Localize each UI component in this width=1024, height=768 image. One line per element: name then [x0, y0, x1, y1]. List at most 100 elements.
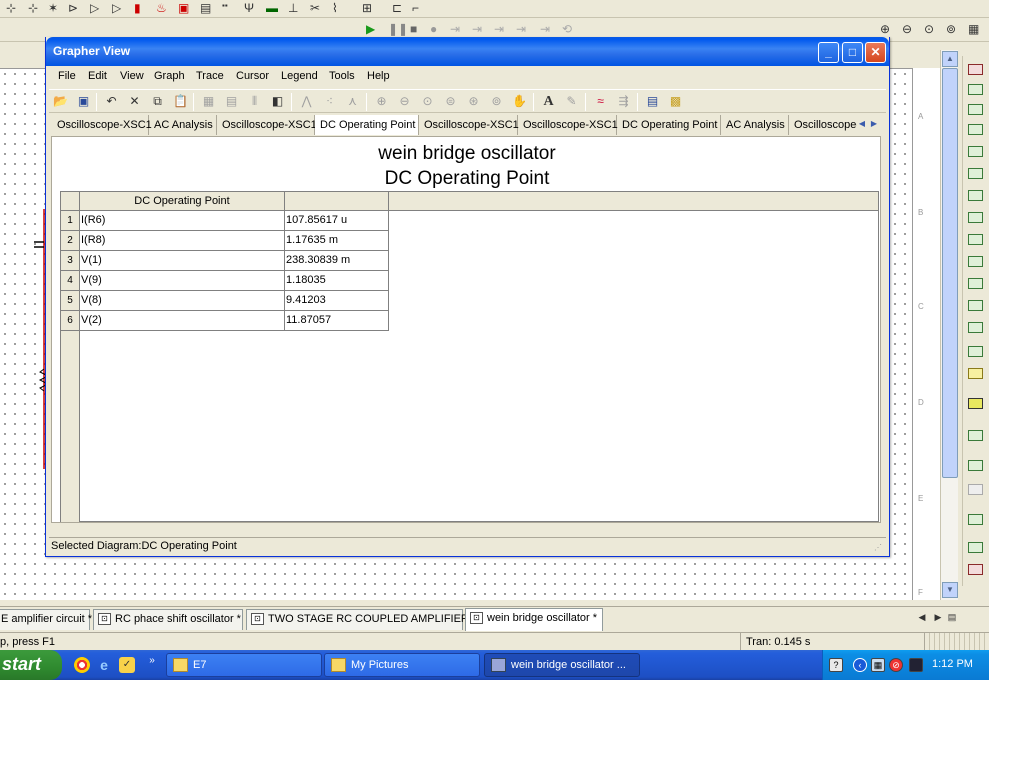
taskbar-button-multisim[interactable]: wein bridge oscillator ... [484, 653, 640, 677]
open-icon[interactable]: 📂 [52, 93, 69, 110]
cursors-icon[interactable]: ⫴ [246, 93, 263, 110]
table-row[interactable]: 5 V(8) 9.41203 [61, 291, 389, 311]
grid-icon[interactable]: ▦ [200, 93, 217, 110]
probe-icon[interactable] [968, 564, 983, 575]
security-icon[interactable]: ⊘ [889, 658, 903, 672]
internet-explorer-icon[interactable]: e [96, 657, 112, 673]
save-icon[interactable]: ▣ [75, 93, 92, 110]
monitor-icon[interactable] [909, 658, 923, 672]
export-icon[interactable]: ⇶ [615, 93, 632, 110]
zoom-out-icon[interactable]: ⊖ [396, 93, 413, 110]
table-row[interactable]: 1 I(R6) 107.85617 u [61, 211, 389, 231]
help-icon[interactable]: ? [829, 658, 843, 672]
logic-converter-icon[interactable] [968, 256, 983, 267]
tab-list-icon[interactable]: ▤ [946, 612, 958, 624]
trace-points-icon[interactable]: ⁖ [321, 93, 338, 110]
zoom-y-icon[interactable]: ⊛ [465, 93, 482, 110]
overlay-traces-icon[interactable]: ≈ [592, 93, 609, 110]
taskbar-button-my-pictures[interactable]: My Pictures [324, 653, 480, 677]
menu-trace[interactable]: Trace [196, 70, 224, 82]
function-generator-icon[interactable] [968, 84, 983, 95]
reverse-colors-icon[interactable]: ◧ [269, 93, 286, 110]
menu-help[interactable]: Help [367, 70, 390, 82]
component-icon[interactable]: ▮ [134, 1, 141, 15]
menu-legend[interactable]: Legend [281, 70, 318, 82]
network-icon[interactable]: ▦ [871, 658, 885, 672]
oscilloscope-icon[interactable] [968, 124, 983, 135]
component-icon[interactable]: ⊳ [68, 1, 78, 15]
comment-icon[interactable]: ✎ [563, 93, 580, 110]
component-icon[interactable]: ⊏ [392, 1, 402, 15]
step-icon[interactable]: ⇥ [516, 22, 526, 36]
component-icon[interactable]: ⌇ [332, 1, 338, 15]
column-header-value[interactable] [285, 192, 389, 211]
multimeter-icon[interactable] [968, 64, 983, 75]
logic-analyzer-icon[interactable] [968, 234, 983, 245]
component-icon[interactable]: ▷ [90, 1, 99, 15]
print-preview-icon[interactable]: ▤ [644, 93, 661, 110]
zoom-in-icon[interactable]: ⊕ [373, 93, 390, 110]
chevron-icon[interactable]: » [144, 653, 160, 669]
tab-schematic-active[interactable]: ⊡ wein bridge oscillator * [465, 608, 603, 631]
tab-oscilloscope-xsc1[interactable]: Oscilloscope-XSC1 [52, 115, 152, 135]
show-desktop-icon[interactable]: ✓ [119, 657, 135, 673]
step-icon[interactable]: ⟲ [562, 22, 572, 36]
iv-analyzer-icon[interactable] [968, 278, 983, 289]
component-icon[interactable]: ▷ [112, 1, 121, 15]
tab-scroll-right-icon[interactable]: ▶ [868, 119, 880, 128]
bode-plotter-icon[interactable] [968, 168, 983, 179]
properties-icon[interactable]: ▩ [667, 93, 684, 110]
menu-edit[interactable]: Edit [88, 70, 107, 82]
wattmeter-icon[interactable] [968, 104, 983, 115]
component-icon[interactable]: ⊹ [6, 1, 16, 15]
table-row[interactable]: 2 I(R8) 1.17635 m [61, 231, 389, 251]
zoom-in-icon[interactable]: ⊕ [880, 22, 890, 36]
table-row[interactable]: 3 V(1) 238.30839 m [61, 251, 389, 271]
cut-icon[interactable]: ✕ [126, 93, 143, 110]
menu-graph[interactable]: Graph [154, 70, 185, 82]
scroll-up-icon[interactable]: ▲ [942, 51, 958, 67]
menu-file[interactable]: File [58, 70, 76, 82]
word-generator-icon[interactable] [968, 212, 983, 223]
component-icon[interactable]: ⊞ [362, 1, 372, 15]
resize-grip-icon[interactable]: ⋰ [874, 543, 884, 553]
component-icon[interactable]: Ψ [244, 1, 254, 15]
tab-schematic-3[interactable]: ⊡ TWO STAGE RC COUPLED AMPLIFIER * [246, 609, 476, 630]
tab-ac-analysis[interactable]: AC Analysis [149, 115, 217, 135]
pan-icon[interactable]: ✋ [511, 93, 528, 110]
tab-oscilloscope-xsc1[interactable]: Oscilloscope-XSC1 [217, 115, 317, 135]
zoom-out-icon[interactable]: ⊖ [902, 22, 912, 36]
tray-expand-icon[interactable]: ‹ [853, 658, 867, 672]
component-icon[interactable]: ▪▪ [222, 1, 228, 10]
four-channel-scope-icon[interactable] [968, 146, 983, 157]
component-icon[interactable]: ⊥ [288, 1, 298, 15]
menu-view[interactable]: View [120, 70, 144, 82]
legend-icon[interactable]: ▤ [223, 93, 240, 110]
table-row[interactable]: 4 V(9) 1.18035 [61, 271, 389, 291]
tab-dc-operating-point[interactable]: DC Operating Point [315, 115, 419, 135]
zoom-area-icon[interactable]: ⊙ [419, 93, 436, 110]
trace-icon[interactable]: ⋀ [298, 93, 315, 110]
maximize-button[interactable]: □ [842, 42, 863, 63]
step-icon[interactable]: ⇥ [450, 22, 460, 36]
chrome-icon[interactable] [74, 657, 90, 673]
stop-icon[interactable]: ■ [410, 22, 417, 36]
schematic-vertical-scrollbar[interactable]: ▲ ▼ [940, 50, 958, 600]
tektronix-scope-icon[interactable] [968, 430, 983, 441]
tab-dc-operating-point[interactable]: DC Operating Point [617, 115, 721, 135]
component-icon[interactable]: ▬ [266, 1, 278, 15]
tab-scroll-right-icon[interactable]: ▶ [932, 612, 944, 624]
component-icon[interactable]: ♨ [156, 1, 167, 15]
network-analyzer-icon[interactable] [968, 346, 983, 357]
step-icon[interactable]: ⇥ [472, 22, 482, 36]
start-button[interactable]: start [0, 650, 62, 680]
tab-oscilloscope-xsc1[interactable]: Oscilloscope-XSC1 [789, 115, 857, 135]
breakpoint-icon[interactable]: ● [430, 22, 437, 36]
step-icon[interactable]: ⇥ [540, 22, 550, 36]
frequency-counter-icon[interactable] [968, 190, 983, 201]
menu-tools[interactable]: Tools [329, 70, 355, 82]
component-icon[interactable]: ▣ [178, 1, 189, 15]
fullscreen-icon[interactable]: ▦ [968, 22, 979, 36]
tab-schematic-1[interactable]: E amplifier circuit * [0, 609, 92, 630]
current-probe-icon[interactable] [968, 460, 983, 471]
